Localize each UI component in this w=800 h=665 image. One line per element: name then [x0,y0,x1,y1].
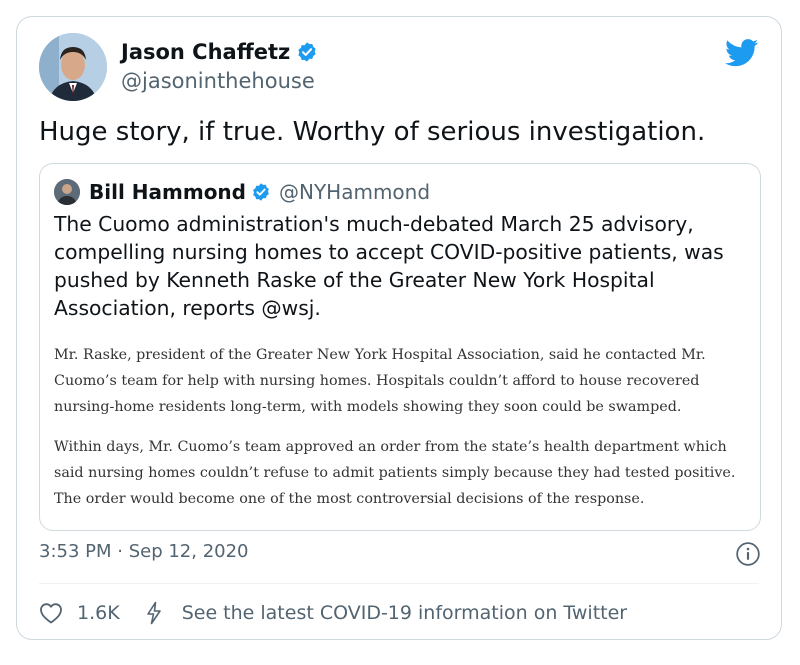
covid-info-link[interactable]: See the latest COVID-19 information on T… [182,602,627,624]
verified-badge-icon [296,41,318,63]
author-avatar[interactable] [39,33,107,101]
twitter-bird-icon[interactable] [725,39,759,67]
quoted-author-name[interactable]: Bill Hammond [89,180,246,204]
heart-icon[interactable] [39,602,63,624]
excerpt-paragraph: Within days, Mr. Cuomo’s team approved a… [54,439,736,507]
tweet-text: Huge story, if true. Worthy of serious i… [39,117,706,147]
author-name[interactable]: Jason Chaffetz [121,40,290,64]
quoted-tweet-text: The Cuomo administration's much-debated … [54,212,724,320]
info-icon[interactable] [735,541,761,567]
lightning-icon[interactable] [146,601,162,625]
excerpt-paragraph: Mr. Raske, president of the Greater New … [54,347,706,415]
quoted-author-avatar[interactable] [54,179,80,205]
like-count[interactable]: 1.6K [77,602,120,624]
verified-badge-icon [251,182,271,202]
article-excerpt-image[interactable]: Mr. Raske, president of the Greater New … [54,342,754,526]
divider [39,583,759,584]
tweet-timestamp[interactable]: 3:53 PM · Sep 12, 2020 [39,541,249,562]
quoted-tweet[interactable]: Bill Hammond @NYHammond The Cuomo admini… [39,163,761,531]
quoted-author-handle[interactable]: @NYHammond [279,180,430,204]
author-handle[interactable]: @jasoninthehouse [121,69,318,93]
author-block: Jason Chaffetz @jasoninthehouse [121,37,318,93]
quoted-author-row: Bill Hammond @NYHammond [54,178,430,206]
tweet-card: Jason Chaffetz @jasoninthehouse Huge sto… [16,16,782,640]
tweet-actions: 1.6K See the latest COVID-19 information… [39,599,627,627]
